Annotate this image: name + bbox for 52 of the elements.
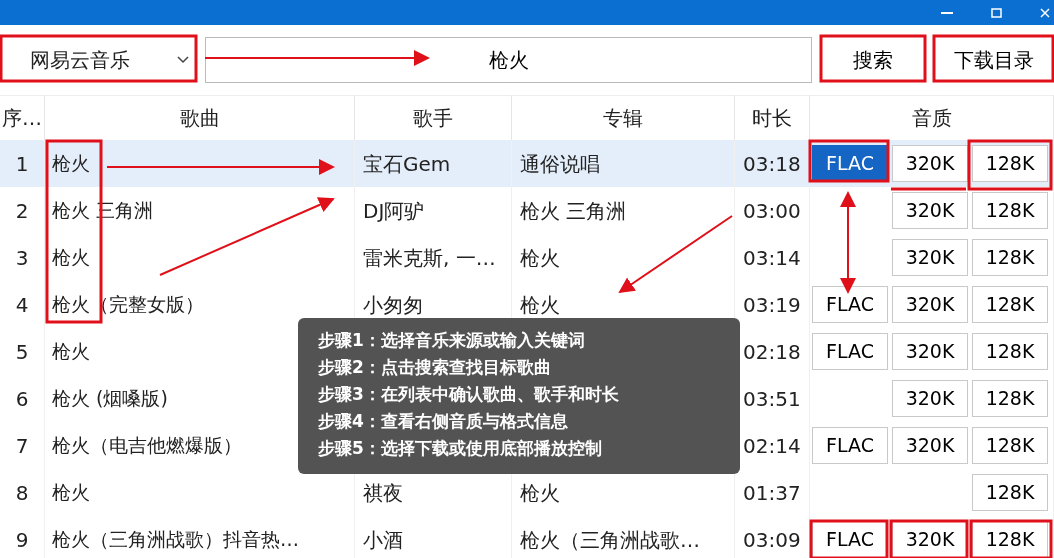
quality-button[interactable]: 320K xyxy=(892,286,968,323)
quality-button[interactable]: FLAC xyxy=(812,427,888,464)
quality-button[interactable]: 320K xyxy=(892,427,968,464)
table-cell: 枪火 xyxy=(45,140,355,187)
close-icon[interactable] xyxy=(1040,7,1050,18)
table-cell: 枪火 三角洲 xyxy=(512,187,735,234)
table-cell: DJ阿驴 xyxy=(355,187,512,234)
maximize-icon[interactable] xyxy=(991,7,1002,18)
quality-button[interactable]: 128K xyxy=(972,286,1048,323)
search-field[interactable]: 枪火 xyxy=(205,37,812,83)
table-row[interactable]: 9 枪火（三角洲战歌）抖音热… 小酒 枪火（三角洲战歌… 03:09 FLAC 320K 128K xyxy=(0,516,1054,558)
row-number: 8 xyxy=(0,469,45,516)
table-cell: 通俗说唱 xyxy=(512,140,735,187)
quality-button[interactable]: 128K xyxy=(972,427,1048,464)
table-cell: 枪火 xyxy=(45,234,355,281)
quality-button[interactable]: 320K xyxy=(892,333,968,370)
selected-row[interactable]: 1 枪火 宝石Gem 通俗说唱 03:18 FLAC 320K 128K xyxy=(0,140,1054,187)
row-number: 5 xyxy=(0,328,45,375)
table-cell: 小酒 xyxy=(355,516,512,558)
quality-button[interactable]: 128K xyxy=(972,239,1048,276)
quality-button[interactable]: FLAC xyxy=(812,286,888,323)
quality-button[interactable]: 320K xyxy=(892,239,968,276)
steps-tooltip: 步骤1：选择音乐来源或输入关键词 步骤2：点击搜索查找目标歌曲 步骤3：在列表中确认歌曲、歌手和时长 步骤4：查看右侧音质与格式信息 步骤5：选择下载或使用底部播放控制 xyxy=(298,318,740,474)
row-number: 7 xyxy=(0,422,45,469)
table-row[interactable]: 3 枪火 雷米克斯, 一… 枪火 03:14 320K 128K xyxy=(0,234,1054,281)
quality-button[interactable]: 128K xyxy=(972,474,1048,511)
quality-button[interactable]: 320K xyxy=(892,192,968,229)
quality-button[interactable]: FLAC xyxy=(812,333,888,370)
chevron-icon xyxy=(177,56,189,64)
table-cell: 宝石Gem xyxy=(355,140,512,187)
quality-button[interactable]: 128K xyxy=(972,145,1048,182)
table-cell: 枪火 xyxy=(512,234,735,281)
quality-button[interactable]: FLAC xyxy=(812,145,888,182)
table-cell: 03:18 xyxy=(735,140,810,187)
table-cell: 03:00 xyxy=(735,187,810,234)
table-cell: 枪火（三角洲战歌）抖音热… xyxy=(45,516,355,558)
row-number: 6 xyxy=(0,375,45,422)
table-cell: 03:14 xyxy=(735,234,810,281)
minimize-icon[interactable] xyxy=(941,11,953,14)
quality-button[interactable]: 320K xyxy=(892,380,968,417)
quality-button[interactable]: 128K xyxy=(972,333,1048,370)
quality-button[interactable]: 128K xyxy=(972,380,1048,417)
table-cell: 03:09 xyxy=(735,516,810,558)
quality-button[interactable]: 128K xyxy=(972,192,1048,229)
quality-button[interactable]: 320K xyxy=(892,145,968,182)
row-number: 9 xyxy=(0,516,45,558)
table-cell: 雷米克斯, 一… xyxy=(355,234,512,281)
table-cell: 枪火（三角洲战歌… xyxy=(512,516,735,558)
row-number: 4 xyxy=(0,281,45,328)
row-number: 1 xyxy=(0,140,45,187)
row-number: 3 xyxy=(0,234,45,281)
row-number: 2 xyxy=(0,187,45,234)
